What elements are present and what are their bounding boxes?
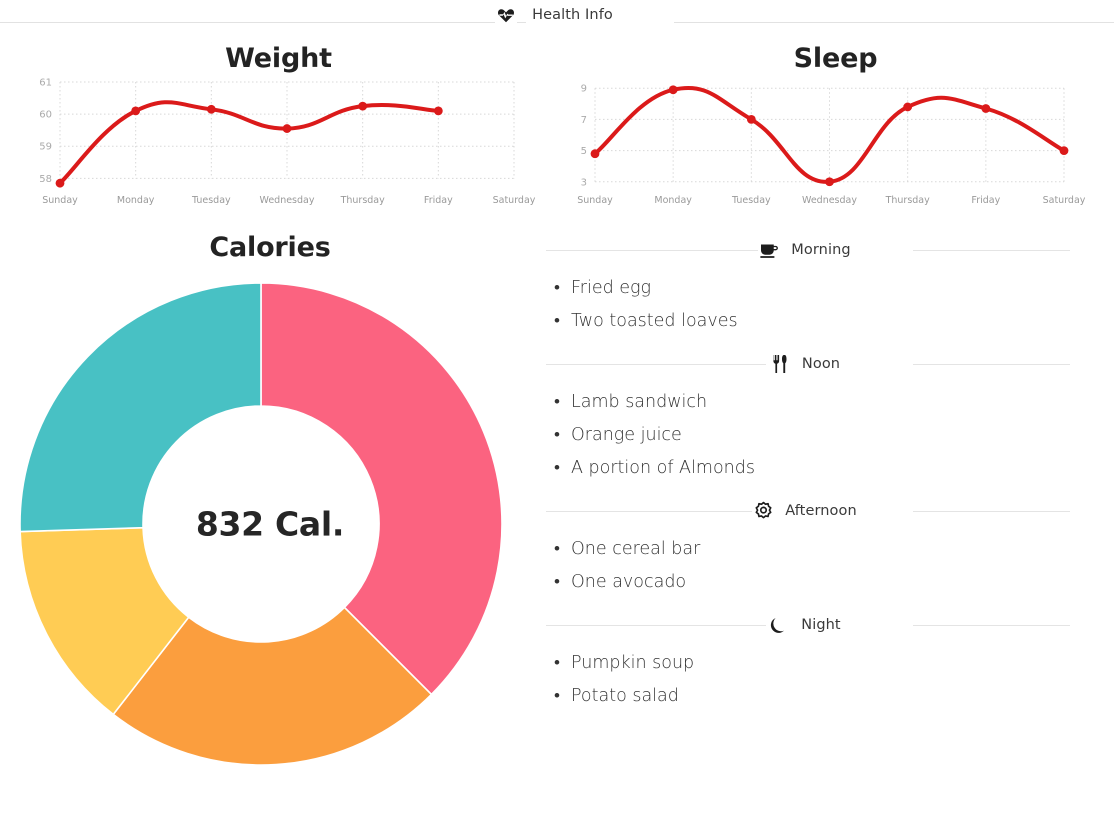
svg-text:60: 60 <box>39 110 52 121</box>
weight-chart-card: Weight 61 60 59 58 Sunday Monday Tuesday Wednes… <box>0 29 557 221</box>
coffee-cup-icon <box>758 239 781 261</box>
meal-heading-morning: Morning <box>546 237 1070 263</box>
meal-items-morning: Fried egg Two toasted loaves <box>546 272 1070 338</box>
list-item: Fried egg <box>554 272 1070 305</box>
meal-divider-left <box>546 250 767 251</box>
list-item: A portion of Almonds <box>554 452 1070 485</box>
meal-divider-right <box>912 625 1070 626</box>
charts-row: Weight 61 60 59 58 Sunday Monday Tuesday Wednes… <box>0 29 1114 221</box>
svg-text:Sunday: Sunday <box>42 195 78 206</box>
svg-text:Tuesday: Tuesday <box>731 195 771 206</box>
meal-divider-left <box>546 511 767 512</box>
meal-label-night: Night <box>799 617 848 633</box>
meal-divider-right <box>912 511 1070 512</box>
svg-text:Tuesday: Tuesday <box>191 195 231 206</box>
meal-divider-left <box>546 364 767 365</box>
page-title: Health Info <box>526 6 619 23</box>
calories-chart-title: Calories <box>209 232 331 263</box>
svg-text:3: 3 <box>581 177 587 188</box>
meal-section-night: Night Pumpkin soup Potato salad <box>546 612 1070 713</box>
list-item: Pumpkin soup <box>554 647 1070 680</box>
moon-icon <box>768 614 791 636</box>
svg-text:Thursday: Thursday <box>885 195 931 206</box>
svg-text:58: 58 <box>39 174 52 185</box>
sun-icon <box>752 500 775 522</box>
header-divider-right <box>674 22 1114 23</box>
meal-label-afternoon: Afternoon <box>783 503 864 519</box>
svg-text:Saturday: Saturday <box>493 195 536 206</box>
list-item: One avocado <box>554 566 1070 599</box>
fork-knife-icon <box>768 353 791 375</box>
page-header: Health Info <box>0 0 1114 29</box>
sleep-chart-title: Sleep <box>793 43 878 74</box>
meal-divider-right <box>912 250 1070 251</box>
list-item: One cereal bar <box>554 533 1070 566</box>
meal-items-night: Pumpkin soup Potato salad <box>546 647 1070 713</box>
header-divider-left <box>0 22 532 23</box>
svg-text:Monday: Monday <box>117 195 155 206</box>
calories-donut-chart: 832 Cal. <box>19 274 520 774</box>
meal-label-noon: Noon <box>799 356 848 372</box>
svg-text:Wednesday: Wednesday <box>259 195 314 206</box>
meal-divider-left <box>546 625 767 626</box>
meal-label-morning: Morning <box>789 242 858 258</box>
meal-items-noon: Lamb sandwich Orange juice A portion of … <box>546 386 1070 485</box>
svg-text:9: 9 <box>581 84 587 95</box>
meal-section-morning: Morning Fried egg Two toasted loaves <box>546 237 1070 338</box>
svg-text:61: 61 <box>39 78 52 89</box>
list-item: Lamb sandwich <box>554 386 1070 419</box>
list-item: Orange juice <box>554 419 1070 452</box>
svg-text:Friday: Friday <box>424 195 453 206</box>
meal-section-afternoon: Afternoon One cereal bar One avocado <box>546 498 1070 599</box>
donut-slice-night[interactable] <box>19 282 262 533</box>
svg-text:5: 5 <box>581 146 587 157</box>
calories-card: Calories 832 Cal. <box>0 221 540 829</box>
svg-text:Monday: Monday <box>654 195 692 206</box>
svg-text:Saturday: Saturday <box>1043 195 1086 206</box>
lower-row: Calories 832 Cal. Morning Fried egg <box>0 221 1114 829</box>
heart-pulse-icon <box>495 3 518 26</box>
svg-text:Thursday: Thursday <box>340 195 386 206</box>
meal-heading-noon: Noon <box>546 351 1070 377</box>
list-item: Potato salad <box>554 680 1070 713</box>
weight-chart-title: Weight <box>225 43 332 74</box>
svg-text:Friday: Friday <box>971 195 1000 206</box>
svg-text:7: 7 <box>581 115 587 126</box>
meals-panel: Morning Fried egg Two toasted loaves Noo… <box>540 221 1114 829</box>
meal-section-noon: Noon Lamb sandwich Orange juice A portio… <box>546 351 1070 485</box>
svg-text:59: 59 <box>39 142 52 153</box>
donut-svg <box>19 282 503 766</box>
sleep-chart-card: Sleep 9 7 5 3 Sunday Monday Tuesday Wednesday Th… <box>557 29 1114 221</box>
svg-text:Sunday: Sunday <box>577 195 613 206</box>
svg-text:Wednesday: Wednesday <box>802 195 857 206</box>
meal-heading-night: Night <box>546 612 1070 638</box>
meal-items-afternoon: One cereal bar One avocado <box>546 533 1070 599</box>
weight-line-chart: 61 60 59 58 Sunday Monday Tuesday Wednesday Thur… <box>39 78 536 207</box>
meal-heading-afternoon: Afternoon <box>546 498 1070 524</box>
sleep-line-chart: 9 7 5 3 Sunday Monday Tuesday Wednesday Thursday… <box>577 84 1086 206</box>
list-item: Two toasted loaves <box>554 305 1070 338</box>
meal-divider-right <box>912 364 1070 365</box>
donut-slice-morning[interactable] <box>260 282 503 696</box>
